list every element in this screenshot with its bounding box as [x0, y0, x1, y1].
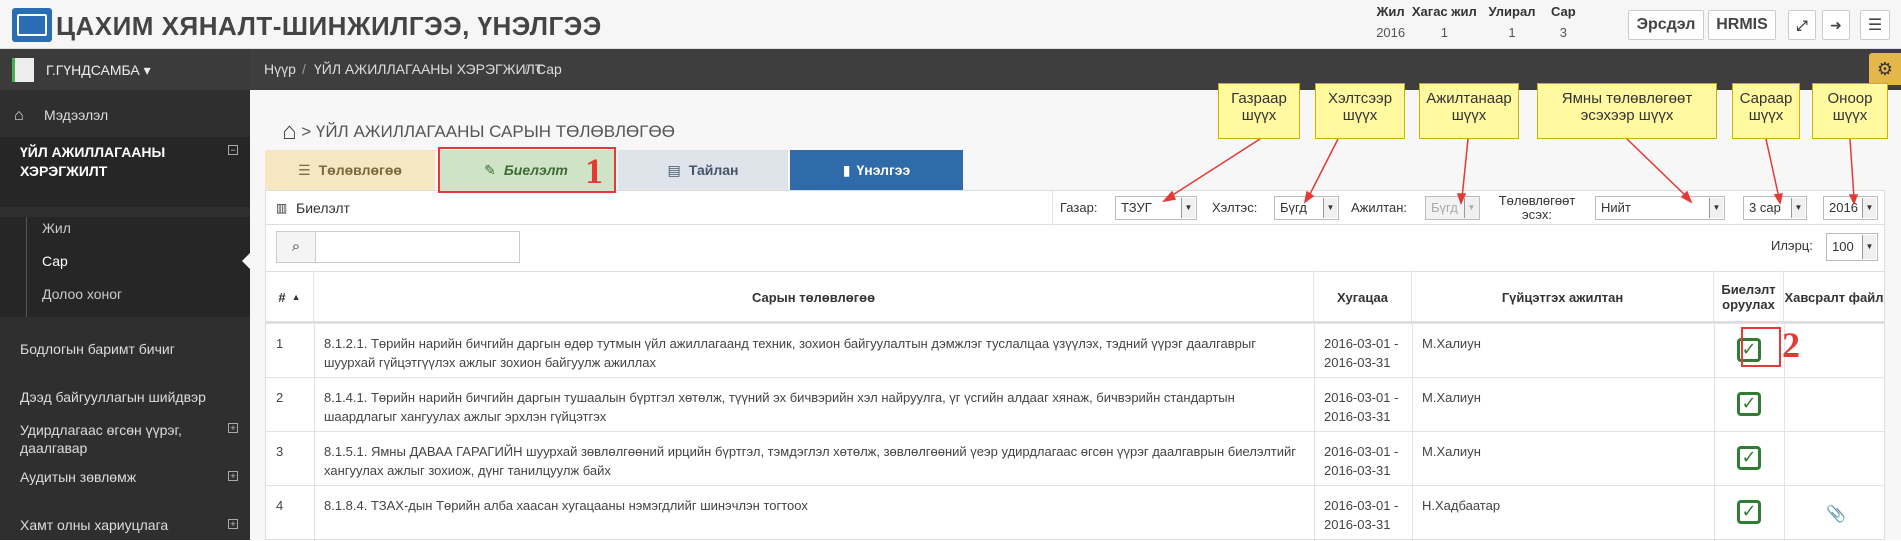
callout-employee: Ажилтанаар шүүх	[1419, 83, 1519, 139]
annotation-arrows	[1161, 138, 1859, 206]
callout-location: Газраар шүүх	[1218, 83, 1300, 139]
marker-1: 1	[585, 151, 603, 191]
callout-planned: Ямны төлөвлөгөөт эсэхээр шүүх	[1537, 83, 1717, 139]
highlight-execution-check	[1741, 327, 1781, 367]
callout-department: Хэлтсээр шүүх	[1315, 83, 1405, 139]
marker-2: 2	[1782, 325, 1800, 365]
callout-year: Оноор шүүх	[1812, 83, 1888, 139]
callout-month: Сараар шүүх	[1732, 83, 1800, 139]
